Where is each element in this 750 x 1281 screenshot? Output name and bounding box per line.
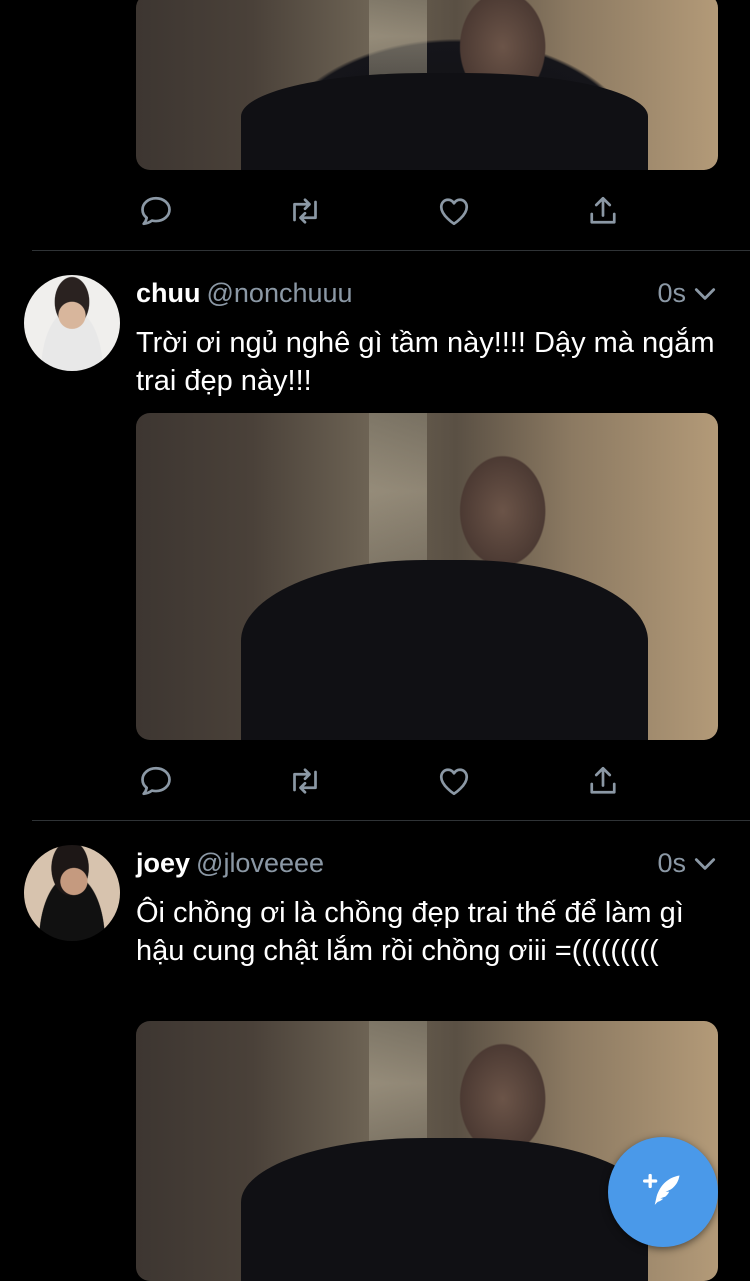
share-button[interactable] — [583, 191, 623, 231]
like-button[interactable] — [434, 191, 474, 231]
reply-icon — [141, 196, 171, 226]
tweet-actions — [136, 191, 636, 231]
avatar[interactable] — [24, 275, 120, 371]
retweet-icon — [293, 768, 317, 794]
tweet-actions — [136, 761, 636, 801]
reply-button[interactable] — [136, 761, 176, 801]
retweet-button[interactable] — [285, 191, 325, 231]
tweet-divider — [32, 820, 750, 821]
reply-button[interactable] — [136, 191, 176, 231]
tweet-image[interactable] — [136, 413, 718, 740]
retweet-button[interactable] — [285, 761, 325, 801]
compose-button[interactable] — [608, 1137, 718, 1247]
tweet-header: chuu @nonchuuu 0s — [136, 276, 718, 310]
compose-icon — [643, 1173, 680, 1205]
avatar[interactable] — [24, 845, 120, 941]
tweet-text: Ôi chồng ơi là chồng đẹp trai thế để làm… — [136, 897, 684, 967]
tweet-header: joey @jloveeee 0s — [136, 846, 718, 880]
share-button[interactable] — [583, 761, 623, 801]
share-icon — [590, 196, 616, 224]
tweet-image[interactable] — [136, 0, 718, 170]
tweet-divider — [32, 250, 750, 251]
like-button[interactable] — [434, 761, 474, 801]
like-icon — [439, 768, 469, 796]
timeline-feed: chuu @nonchuuu 0s Trời ơi ngủ nghê gì tầm… — [0, 0, 750, 1281]
display-name[interactable]: chuu — [136, 278, 201, 308]
user-handle[interactable]: @nonchuuu — [207, 278, 353, 308]
tweet-text: Trời ơi ngủ nghê gì tầm này!!!! Dậy mà n… — [136, 327, 715, 397]
display-name[interactable]: joey — [136, 848, 190, 878]
chevron-down-icon[interactable] — [692, 851, 718, 877]
chevron-down-icon[interactable] — [692, 281, 718, 307]
share-icon — [590, 766, 616, 794]
reply-icon — [141, 766, 171, 796]
like-icon — [439, 198, 469, 226]
retweet-icon — [293, 198, 317, 224]
tweet-time: 0s — [657, 278, 686, 308]
tweet-time: 0s — [657, 848, 686, 878]
user-handle[interactable]: @jloveeee — [196, 848, 324, 878]
